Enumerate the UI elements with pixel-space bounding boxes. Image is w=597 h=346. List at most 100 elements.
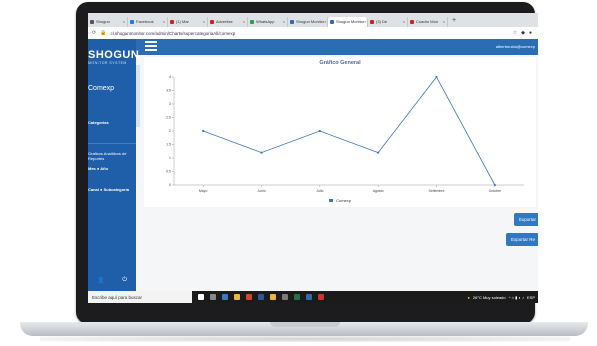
data-point[interactable] bbox=[435, 75, 438, 79]
tab-close-icon[interactable]: × bbox=[163, 19, 165, 24]
hamburger-menu-icon[interactable] bbox=[145, 41, 157, 51]
url-text[interactable]: cl.shogunmonitor.com/admin/Charts/superc… bbox=[110, 31, 235, 36]
app-icon[interactable] bbox=[282, 294, 288, 300]
chart-legend[interactable]: Comexp bbox=[144, 198, 536, 203]
tab-favicon-icon bbox=[170, 19, 174, 24]
sidebar: SHOGUN MONITOR SYSTEM Comexp Categorias … bbox=[88, 39, 139, 291]
start-icon[interactable] bbox=[198, 294, 204, 300]
laptop-notch bbox=[270, 322, 340, 327]
tab-close-icon[interactable]: × bbox=[403, 19, 405, 24]
system-tray: ● 26°C Muy soleado ^ ⌂ ▮ ◐ ♪ ESP bbox=[467, 295, 535, 300]
sidebar-divider bbox=[88, 143, 136, 144]
app-header: albertorubio@comexp bbox=[88, 39, 538, 55]
radio-icon[interactable]: ● bbox=[97, 166, 99, 171]
sidebar-section-title-2: Reportes bbox=[88, 156, 105, 161]
export-button[interactable]: Exportar bbox=[514, 213, 538, 226]
chrome-icon[interactable] bbox=[270, 294, 276, 300]
user-name[interactable]: albertorubio@comexp bbox=[496, 44, 535, 49]
user-icon[interactable]: 👤 bbox=[97, 277, 104, 284]
tab-favicon-icon bbox=[410, 19, 414, 24]
tray-icons[interactable]: ^ ⌂ ▮ ◐ ♪ bbox=[509, 295, 524, 300]
mail-icon[interactable] bbox=[306, 294, 312, 300]
browser-tab[interactable]: Shogun Monitor × bbox=[288, 16, 328, 27]
tab-close-icon[interactable]: × bbox=[203, 19, 205, 24]
browser-tab[interactable]: (3) De × bbox=[368, 16, 408, 27]
tab-label: Facebook bbox=[136, 19, 154, 24]
tab-close-icon[interactable]: × bbox=[283, 19, 285, 24]
view-canal[interactable]: Canal bbox=[88, 187, 99, 192]
tab-favicon-icon bbox=[210, 19, 214, 24]
x-tick-label: Octubre bbox=[489, 189, 502, 193]
tab-close-icon[interactable]: × bbox=[443, 19, 445, 24]
browser-tab[interactable]: Cuadro Mon × bbox=[408, 16, 448, 27]
view-mes[interactable]: Mes bbox=[88, 166, 96, 171]
data-point[interactable] bbox=[260, 151, 263, 154]
reload-icon[interactable]: ⟳ bbox=[92, 30, 96, 36]
tab-label: (3) De bbox=[376, 19, 388, 24]
browser-tab[interactable]: Shogun × bbox=[88, 16, 128, 27]
tab-favicon-icon bbox=[250, 19, 254, 24]
taskbar-search[interactable]: Escribe aquí para buscar bbox=[88, 291, 192, 303]
browser-tab[interactable]: Advertise × bbox=[208, 16, 248, 27]
data-point[interactable] bbox=[202, 129, 205, 133]
tab-label: Cuadro Mon bbox=[416, 19, 439, 24]
browser-tab[interactable]: (1) Mar × bbox=[168, 16, 208, 27]
tab-favicon-icon bbox=[370, 19, 374, 24]
tab-label: Advertise bbox=[216, 19, 233, 24]
taskbar-apps bbox=[198, 294, 324, 300]
x-tick-label: Setiembre bbox=[429, 189, 445, 193]
laptop-shadow bbox=[40, 336, 570, 342]
star-icon[interactable]: ☆ bbox=[513, 30, 517, 36]
brand-subtitle: MONITOR SYSTEM bbox=[88, 61, 127, 65]
series-line-comexp bbox=[203, 76, 496, 186]
line-chart: 0 0.5 1 1.5 2 2.5 3 3.5 4 Mayo Junio Julio Agosto Set… bbox=[166, 75, 524, 193]
lock-icon: 🔒 bbox=[100, 30, 107, 36]
sidebar-item-categories[interactable]: Categorias bbox=[88, 120, 109, 125]
sidebar-footer: 👤 ⏻ bbox=[88, 277, 136, 284]
weather-text[interactable]: 26°C Muy soleado bbox=[473, 295, 506, 300]
folder-icon[interactable] bbox=[234, 294, 240, 300]
browser-tab[interactable]: Facebook × bbox=[128, 16, 168, 27]
y-tick-label: 3 bbox=[169, 102, 171, 106]
radio-icon[interactable]: ● bbox=[100, 187, 102, 192]
word-icon[interactable] bbox=[258, 294, 264, 300]
sidebar-scroll-strip[interactable] bbox=[136, 65, 140, 127]
view-ano[interactable]: Año bbox=[100, 166, 108, 171]
sidebar-view-options-2[interactable]: Canal ● Subcategoria bbox=[88, 187, 129, 192]
tab-close-icon[interactable]: × bbox=[324, 19, 326, 24]
powerpoint-icon[interactable] bbox=[246, 294, 252, 300]
weather-icon: ● bbox=[467, 294, 470, 300]
data-point[interactable] bbox=[493, 183, 496, 187]
tab-close-icon[interactable]: × bbox=[364, 19, 366, 24]
browser-tab[interactable]: Shogun Monitor × bbox=[328, 16, 368, 27]
tab-favicon-icon bbox=[130, 19, 134, 24]
tab-favicon-icon bbox=[290, 19, 294, 24]
data-point[interactable] bbox=[377, 151, 380, 154]
task-view-icon[interactable] bbox=[210, 294, 216, 300]
tab-label: WhatsApp bbox=[256, 19, 275, 24]
browser-tab[interactable]: WhatsApp × bbox=[248, 16, 288, 27]
y-tick-label: 0.5 bbox=[166, 170, 171, 174]
tab-label: Shogun bbox=[96, 19, 110, 24]
view-subcategoria[interactable]: Subcategoria bbox=[104, 187, 129, 192]
y-tick-label: 3.5 bbox=[166, 89, 171, 93]
tab-favicon-icon bbox=[90, 19, 94, 24]
excel-icon[interactable] bbox=[294, 294, 300, 300]
sidebar-view-options[interactable]: Mes ● Año bbox=[88, 166, 108, 171]
tab-close-icon[interactable]: × bbox=[243, 19, 245, 24]
tab-close-icon[interactable]: × bbox=[123, 19, 125, 24]
extension-icon[interactable]: ◆ bbox=[521, 30, 525, 36]
app-red-icon[interactable] bbox=[318, 294, 324, 300]
data-point[interactable] bbox=[318, 129, 321, 133]
export-report-button[interactable]: Exportar Re bbox=[506, 233, 538, 246]
power-icon[interactable]: ⏻ bbox=[122, 277, 127, 284]
y-tick-label: 0 bbox=[169, 183, 171, 187]
x-tick-label: Mayo bbox=[199, 189, 208, 193]
language[interactable]: ESP bbox=[527, 295, 535, 300]
company-name: Comexp bbox=[88, 85, 115, 92]
legend-label: Comexp bbox=[336, 198, 352, 203]
profile-icon[interactable]: ● bbox=[529, 30, 532, 36]
edge-icon[interactable] bbox=[222, 294, 228, 300]
new-tab-button[interactable]: + bbox=[452, 17, 456, 24]
x-tick-label: Julio bbox=[316, 189, 323, 193]
